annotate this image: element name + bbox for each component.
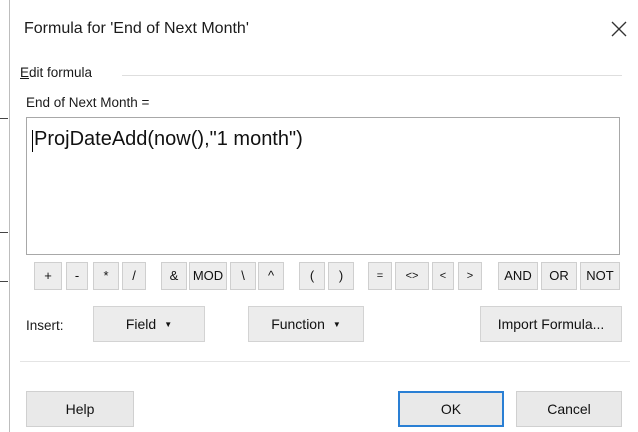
int-divide-operator-button[interactable]: \ — [230, 262, 256, 290]
edge-tick — [0, 232, 8, 233]
minus-operator-button[interactable]: - — [66, 262, 88, 290]
plus-operator-button[interactable]: + — [34, 262, 62, 290]
power-operator-button[interactable]: ^ — [258, 262, 284, 290]
formula-dialog: Formula for 'End of Next Month' Edit for… — [10, 0, 638, 432]
function-dropdown-label: Function — [271, 316, 325, 332]
insert-field-dropdown[interactable]: Field ▼ — [93, 306, 205, 342]
dialog-title: Formula for 'End of Next Month' — [24, 20, 249, 37]
edit-formula-group-label: Edit formula — [20, 65, 92, 80]
greater-than-operator-button[interactable]: > — [458, 262, 482, 290]
cancel-button[interactable]: Cancel — [516, 391, 622, 427]
divide-operator-button[interactable]: / — [122, 262, 146, 290]
close-button[interactable] — [606, 16, 632, 42]
not-equal-operator-button[interactable]: <> — [395, 262, 429, 290]
formula-input[interactable]: ProjDateAdd(now(),"1 month") — [26, 117, 620, 255]
text-caret — [32, 130, 33, 152]
import-formula-button[interactable]: Import Formula... — [480, 306, 622, 342]
group-divider — [122, 75, 622, 76]
edge-tick — [0, 118, 8, 119]
background-window-edge — [0, 0, 10, 432]
dialog-titlebar: Formula for 'End of Next Month' — [10, 0, 638, 62]
field-dropdown-label: Field — [125, 316, 157, 332]
triangle-down-icon: ▼ — [164, 320, 173, 329]
formula-text: ProjDateAdd(now(),"1 month") — [34, 128, 303, 150]
edge-tick — [0, 281, 8, 282]
footer-divider — [20, 361, 630, 362]
mnemonic-letter: E — [20, 65, 30, 80]
ok-button[interactable]: OK — [398, 391, 504, 427]
help-button[interactable]: Help — [26, 391, 134, 427]
insert-label: Insert: — [26, 318, 64, 333]
close-icon — [611, 21, 627, 37]
or-operator-button[interactable]: OR — [541, 262, 577, 290]
mod-operator-button[interactable]: MOD — [189, 262, 227, 290]
triangle-down-icon: ▼ — [332, 320, 341, 329]
less-than-operator-button[interactable]: < — [432, 262, 454, 290]
field-name-label: End of Next Month = — [26, 95, 150, 110]
concat-operator-button[interactable]: & — [161, 262, 187, 290]
group-label-text: dit formula — [29, 65, 93, 80]
open-paren-button[interactable]: ( — [299, 262, 325, 290]
not-operator-button[interactable]: NOT — [580, 262, 620, 290]
multiply-operator-button[interactable]: * — [93, 262, 119, 290]
and-operator-button[interactable]: AND — [498, 262, 538, 290]
insert-function-dropdown[interactable]: Function ▼ — [248, 306, 364, 342]
close-paren-button[interactable]: ) — [328, 262, 354, 290]
equals-operator-button[interactable]: = — [368, 262, 392, 290]
